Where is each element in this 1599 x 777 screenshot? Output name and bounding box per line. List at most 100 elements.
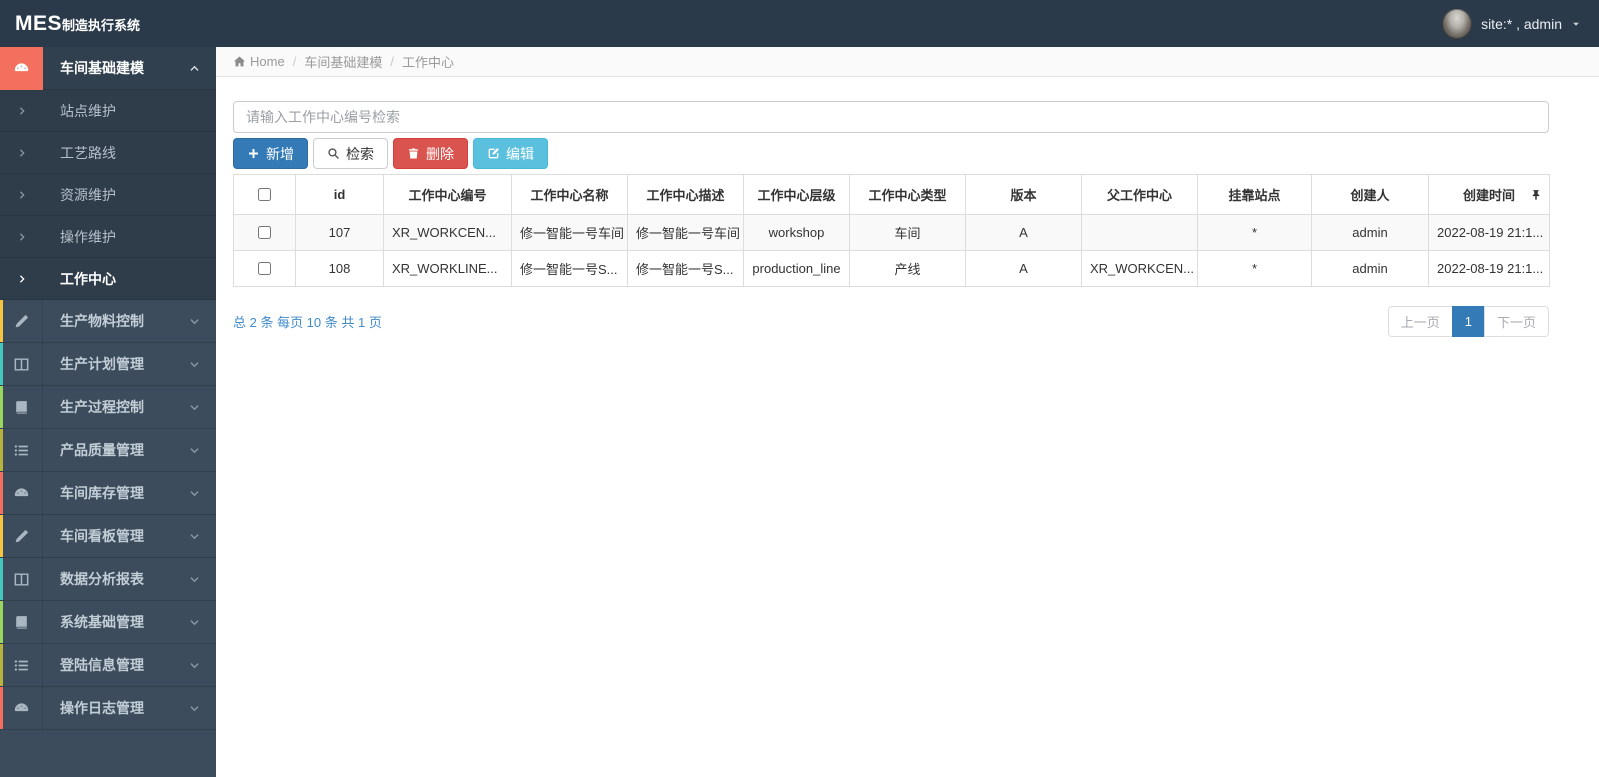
chevron-down-icon [189, 531, 216, 542]
select-all-checkbox[interactable] [258, 188, 271, 201]
breadcrumb-item[interactable]: 车间基础建模 [304, 52, 382, 71]
sidebar-subitem-label: 工作中心 [60, 270, 116, 287]
sidebar-group-label: 操作日志管理 [60, 700, 144, 716]
sidebar-subitem[interactable]: 操作维护 [0, 216, 216, 258]
sidebar-group[interactable]: 生产物料控制 [0, 299, 216, 343]
next-page-button[interactable]: 下一页 [1483, 306, 1549, 337]
sidebar-subitem-label: 工艺路线 [60, 144, 116, 161]
table-row: 108 XR_WORKLINE... 修一智能一号S... 修一智能一号S... pro… [233, 250, 1550, 287]
button-label: 检索 [346, 145, 374, 162]
column-header: 挂靠站点 [1197, 174, 1312, 215]
sidebar-group-label: 生产物料控制 [60, 313, 144, 329]
brand-logo[interactable]: MES制造执行系统 [0, 12, 216, 36]
chevron-down-icon [189, 488, 216, 499]
sidebar-subitem[interactable]: 站点维护 [0, 90, 216, 132]
app-root: MES制造执行系统 site:* , admin 车间基础建模 站点维护 工艺路线资… [0, 0, 1599, 777]
pin-icon[interactable] [1530, 189, 1542, 201]
sidebar-group[interactable]: 车间看板管理 [0, 514, 216, 558]
select-cell [233, 250, 296, 287]
column-header: 创建人 [1311, 174, 1429, 215]
gauge-icon [0, 46, 43, 90]
sidebar-group[interactable]: 系统基础管理 [0, 600, 216, 644]
search-button[interactable]: 检索 [313, 138, 388, 169]
breadcrumb-separator: / [292, 54, 297, 69]
delete-button[interactable]: 删除 [393, 138, 468, 169]
row-checkbox[interactable] [258, 226, 271, 239]
user-avatar [1442, 8, 1473, 39]
table-cell: 2022-08-19 21:1... [1428, 250, 1550, 287]
sidebar-group-label: 系统基础管理 [60, 614, 144, 630]
home-icon [233, 55, 246, 68]
table-container: id 工作中心编号 工作中心名称 工作中心描述 工作中心层级 工作中心类型 版本 父工作中心挂… [233, 174, 1550, 287]
pagination-summary: 总 2 条 每页 10 条 共 1 页 [233, 315, 382, 330]
sidebar-subitem[interactable]: 资源维护 [0, 174, 216, 216]
table-cell: 2022-08-19 21:1... [1428, 214, 1550, 251]
sidebar-subitem[interactable]: 工作中心 [0, 258, 216, 300]
user-menu[interactable]: site:* , admin [1442, 8, 1599, 39]
table-cell: A [965, 250, 1082, 287]
sidebar-group[interactable]: 车间库存管理 [0, 471, 216, 515]
gauge-icon [0, 686, 43, 730]
column-header: 版本 [965, 174, 1082, 215]
chevron-down-icon [189, 316, 216, 327]
table-cell: admin [1311, 250, 1429, 287]
chevron-right-icon [0, 148, 43, 158]
group-color-strip [0, 429, 3, 471]
button-label: 删除 [426, 145, 454, 162]
group-color-strip [0, 386, 3, 428]
top-navbar: MES制造执行系统 site:* , admin [0, 0, 1599, 47]
table-cell: 修一智能一号S... [511, 250, 628, 287]
button-label: 编辑 [506, 145, 534, 162]
content-area: 新增 检索 删除 编辑 id工作中心编号工作中心名称工作中心描述工作中心层级工作中心类… [216, 77, 1599, 337]
table-cell: 修一智能一号车间 [627, 214, 744, 251]
table-cell: * [1197, 214, 1312, 251]
list-icon [0, 643, 43, 687]
sidebar-group[interactable]: 车间基础建模 [0, 46, 216, 90]
trash-icon [407, 147, 420, 160]
sidebar-group-label: 生产计划管理 [60, 356, 144, 372]
sidebar-group[interactable]: 操作日志管理 [0, 686, 216, 730]
table-cell: 107 [295, 214, 384, 251]
chevron-down-icon [189, 445, 216, 456]
search-input[interactable] [233, 101, 1549, 133]
user-name-text: site:* , admin [1481, 15, 1562, 32]
sidebar-group-label: 车间库存管理 [60, 485, 144, 501]
group-color-strip [0, 515, 3, 557]
chevron-right-icon [0, 274, 43, 284]
add-button[interactable]: 新增 [233, 138, 308, 169]
edit-button[interactable]: 编辑 [473, 138, 548, 169]
toolbar: 新增 检索 删除 编辑 [233, 138, 1549, 169]
sidebar-group[interactable]: 生产过程控制 [0, 385, 216, 429]
book-icon [0, 600, 43, 644]
chevron-down-icon [189, 359, 216, 370]
sidebar-group[interactable]: 登陆信息管理 [0, 643, 216, 687]
breadcrumb-item[interactable]: Home [250, 54, 285, 69]
sidebar-subitem[interactable]: 工艺路线 [0, 132, 216, 174]
group-color-strip [0, 558, 3, 600]
page-button[interactable]: 1 [1451, 306, 1485, 337]
sidebar-group[interactable]: 数据分析报表 [0, 557, 216, 601]
sidebar-group[interactable]: 产品质量管理 [0, 428, 216, 472]
table-cell: workshop [743, 214, 850, 251]
pagination-bar: 总 2 条 每页 10 条 共 1 页 上一页 1 下一页 [233, 306, 1549, 337]
column-header: 工作中心描述 [627, 174, 744, 215]
group-color-strip [0, 472, 3, 514]
table-cell: XR_WORKLINE... [383, 250, 512, 287]
layout-wrapper: 车间基础建模 站点维护 工艺路线 资源维护 操作维护 工作中心 生产物料控制 生产计划管理 生产… [0, 46, 1599, 777]
pencil-icon [0, 514, 43, 558]
chevron-down-icon [189, 402, 216, 413]
sidebar-group-label: 产品质量管理 [60, 442, 144, 458]
column-header: 工作中心名称 [511, 174, 628, 215]
table-cell: * [1197, 250, 1312, 287]
table-header-row: id 工作中心编号 工作中心名称 工作中心描述 工作中心层级 工作中心类型 版本 父工作中心挂… [233, 174, 1550, 215]
table-cell: XR_WORKCEN... [383, 214, 512, 251]
breadcrumb-separator: / [390, 54, 394, 69]
group-color-strip [0, 47, 3, 89]
search-icon [327, 147, 340, 160]
sidebar: 车间基础建模 站点维护工艺路线资源维护 操作维护工作中心生产物料控制 生产计划管理生产… [0, 46, 216, 777]
button-label: 新增 [266, 145, 294, 162]
prev-page-button[interactable]: 上一页 [1387, 306, 1453, 337]
sidebar-group[interactable]: 生产计划管理 [0, 342, 216, 386]
row-checkbox[interactable] [258, 262, 271, 275]
chevron-down-icon [189, 574, 216, 585]
